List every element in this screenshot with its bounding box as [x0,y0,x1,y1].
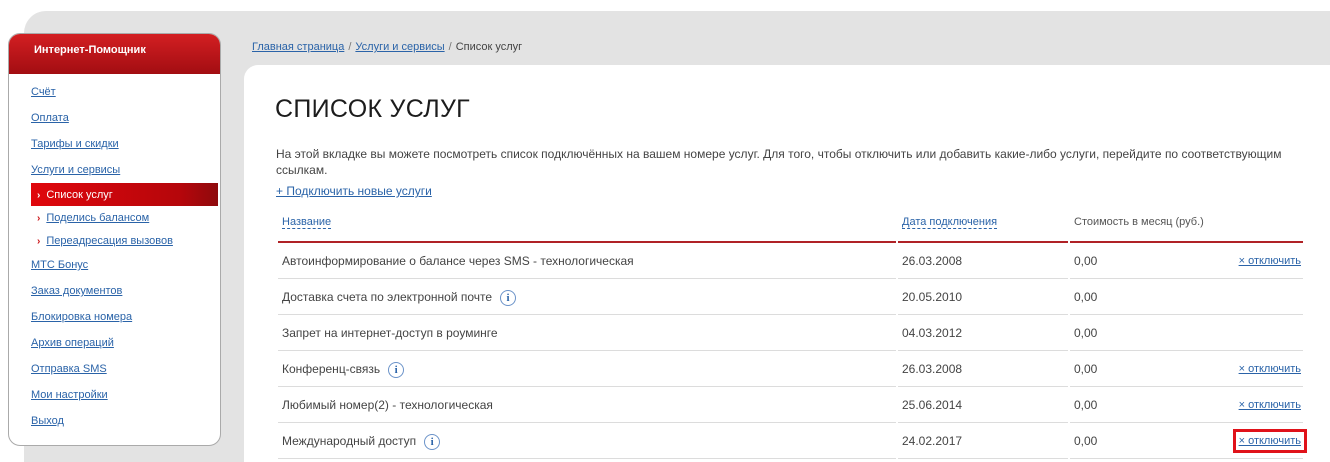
service-name: Автоинформирование о балансе через SMS -… [282,254,634,268]
sort-by-date-link[interactable]: Дата подключения [902,216,998,229]
sidebar-item[interactable]: Тарифы и скидки [9,131,220,157]
info-icon[interactable]: i [500,289,517,306]
info-icon[interactable]: i [388,361,405,378]
sidebar-item[interactable]: Блокировка номера [9,304,220,330]
monthly-cost: 0,00 [1074,397,1098,412]
breadcrumb-home-link[interactable]: Главная страница [252,41,344,53]
chevron-right-icon: › [37,190,41,201]
table-row: Международный доступ i 24.02.2017 0,00 × отк… [278,423,1308,459]
sidebar-item[interactable]: Архив операций [9,330,220,356]
breadcrumb-current: Список услуг [455,41,523,53]
connection-date: 26.03.2008 [898,351,1068,387]
page-title: СПИСОК УСЛУГ [275,95,470,123]
sidebar-subitem-label: Переадресация вызовов [46,235,173,247]
chevron-right-icon: › [37,213,41,224]
disconnect-link[interactable]: × отключить [1239,399,1301,411]
header-date-cell: Дата подключения [898,208,1068,243]
monthly-cost-cell: 0,00 × отключить [1070,423,1308,459]
connection-date: 26.03.2008 [898,243,1068,279]
header-cost: Стоимость в месяц (руб.) [1070,208,1303,243]
chevron-right-icon: › [37,236,41,247]
monthly-cost: 0,00 [1074,253,1098,268]
info-icon[interactable]: i [424,433,441,450]
disconnect-link[interactable]: × отключить [1239,363,1301,375]
sidebar-item[interactable]: Счёт [9,79,220,105]
sidebar-title: Интернет-Помощник [9,34,220,74]
service-name-cell: Запрет на интернет-доступ в роуминге [278,315,896,351]
service-name-cell: Любимый номер(2) - технологическая [278,387,896,423]
breadcrumb-separator: / [348,41,352,53]
service-name-cell: Международный доступ i [278,423,896,459]
table-row: Доставка счета по электронной почте i 20.0… [278,279,1307,315]
monthly-cost: 0,00 [1074,433,1098,448]
service-name: Международный доступ [282,434,417,448]
connection-date: 04.03.2012 [898,315,1068,351]
services-table: Название Дата подключения Стоимость в ме… [278,208,1308,459]
sidebar-subitem-label: Поделись балансом [46,212,150,224]
monthly-cost-cell: 0,00 × отключить [1070,387,1303,423]
monthly-cost-cell: 0,00 × отключить [1070,351,1303,387]
service-name: Конференц-связь [282,362,381,376]
service-name-cell: Доставка счета по электронной почте i [278,279,896,315]
sidebar-item[interactable]: Выход [9,408,220,434]
sidebar-item[interactable]: Оплата [9,105,220,131]
service-name: Любимый номер(2) - технологическая [282,398,493,412]
table-row: Любимый номер(2) - технологическая 25.06.… [278,387,1307,423]
table-row: Запрет на интернет-доступ в роуминге 04.0… [278,315,1307,351]
sort-by-name-link[interactable]: Название [282,216,332,229]
sidebar-item[interactable]: Услуги и сервисы [9,157,220,183]
breadcrumb: Главная страница / Услуги и сервисы / Список… [252,41,522,53]
breadcrumb-separator: / [448,41,452,53]
breadcrumb-services-link[interactable]: Услуги и сервисы [355,41,444,53]
sidebar: Интернет-Помощник Счёт Оплата Тарифы и ски… [8,33,221,446]
table-row: Конференц-связь i 26.03.2008 0,00 × отключит… [278,351,1307,387]
monthly-cost: 0,00 [1074,325,1098,340]
disconnect-link[interactable]: × отключить [1239,255,1301,267]
connection-date: 20.05.2010 [898,279,1068,315]
sidebar-subitem[interactable]: › Поделись балансом [9,206,220,229]
monthly-cost-cell: 0,00 [1070,315,1303,351]
monthly-cost: 0,00 [1074,361,1098,376]
sidebar-item[interactable]: Мои настройки [9,382,220,408]
service-name: Запрет на интернет-доступ в роуминге [282,326,498,340]
disconnect-link[interactable]: × отключить [1232,428,1308,453]
intro-text: На этой вкладке вы можете посмотреть спи… [276,147,1282,177]
header-name-cell: Название [278,208,896,243]
sidebar-subitem[interactable]: › Переадресация вызовов [9,229,220,252]
table-body: Автоинформирование о балансе через SMS -… [278,243,1308,459]
add-services-link[interactable]: + Подключить новые услуги [276,184,432,198]
service-name-cell: Конференц-связь i [278,351,896,387]
sidebar-item[interactable]: МТС Бонус [9,252,220,278]
sidebar-subitem-label: Список услуг [46,189,113,201]
monthly-cost-cell: 0,00 [1070,279,1303,315]
sidebar-subitem[interactable]: › Список услуг [31,183,218,206]
monthly-cost-cell: 0,00 × отключить [1070,243,1303,279]
main-content: СПИСОК УСЛУГ На этой вкладке вы можете п… [244,65,1330,462]
table-row: Автоинформирование о балансе через SMS -… [278,243,1307,279]
sidebar-menu: Счёт Оплата Тарифы и скидки Услуги и сервис… [9,74,220,434]
table-header: Название Дата подключения Стоимость в ме… [278,208,1307,243]
sidebar-item[interactable]: Заказ документов [9,278,220,304]
connection-date: 24.02.2017 [898,423,1068,459]
service-name-cell: Автоинформирование о балансе через SMS -… [278,243,896,279]
sidebar-item[interactable]: Отправка SMS [9,356,220,382]
service-name: Доставка счета по электронной почте [282,290,493,304]
monthly-cost: 0,00 [1074,289,1098,304]
connection-date: 25.06.2014 [898,387,1068,423]
